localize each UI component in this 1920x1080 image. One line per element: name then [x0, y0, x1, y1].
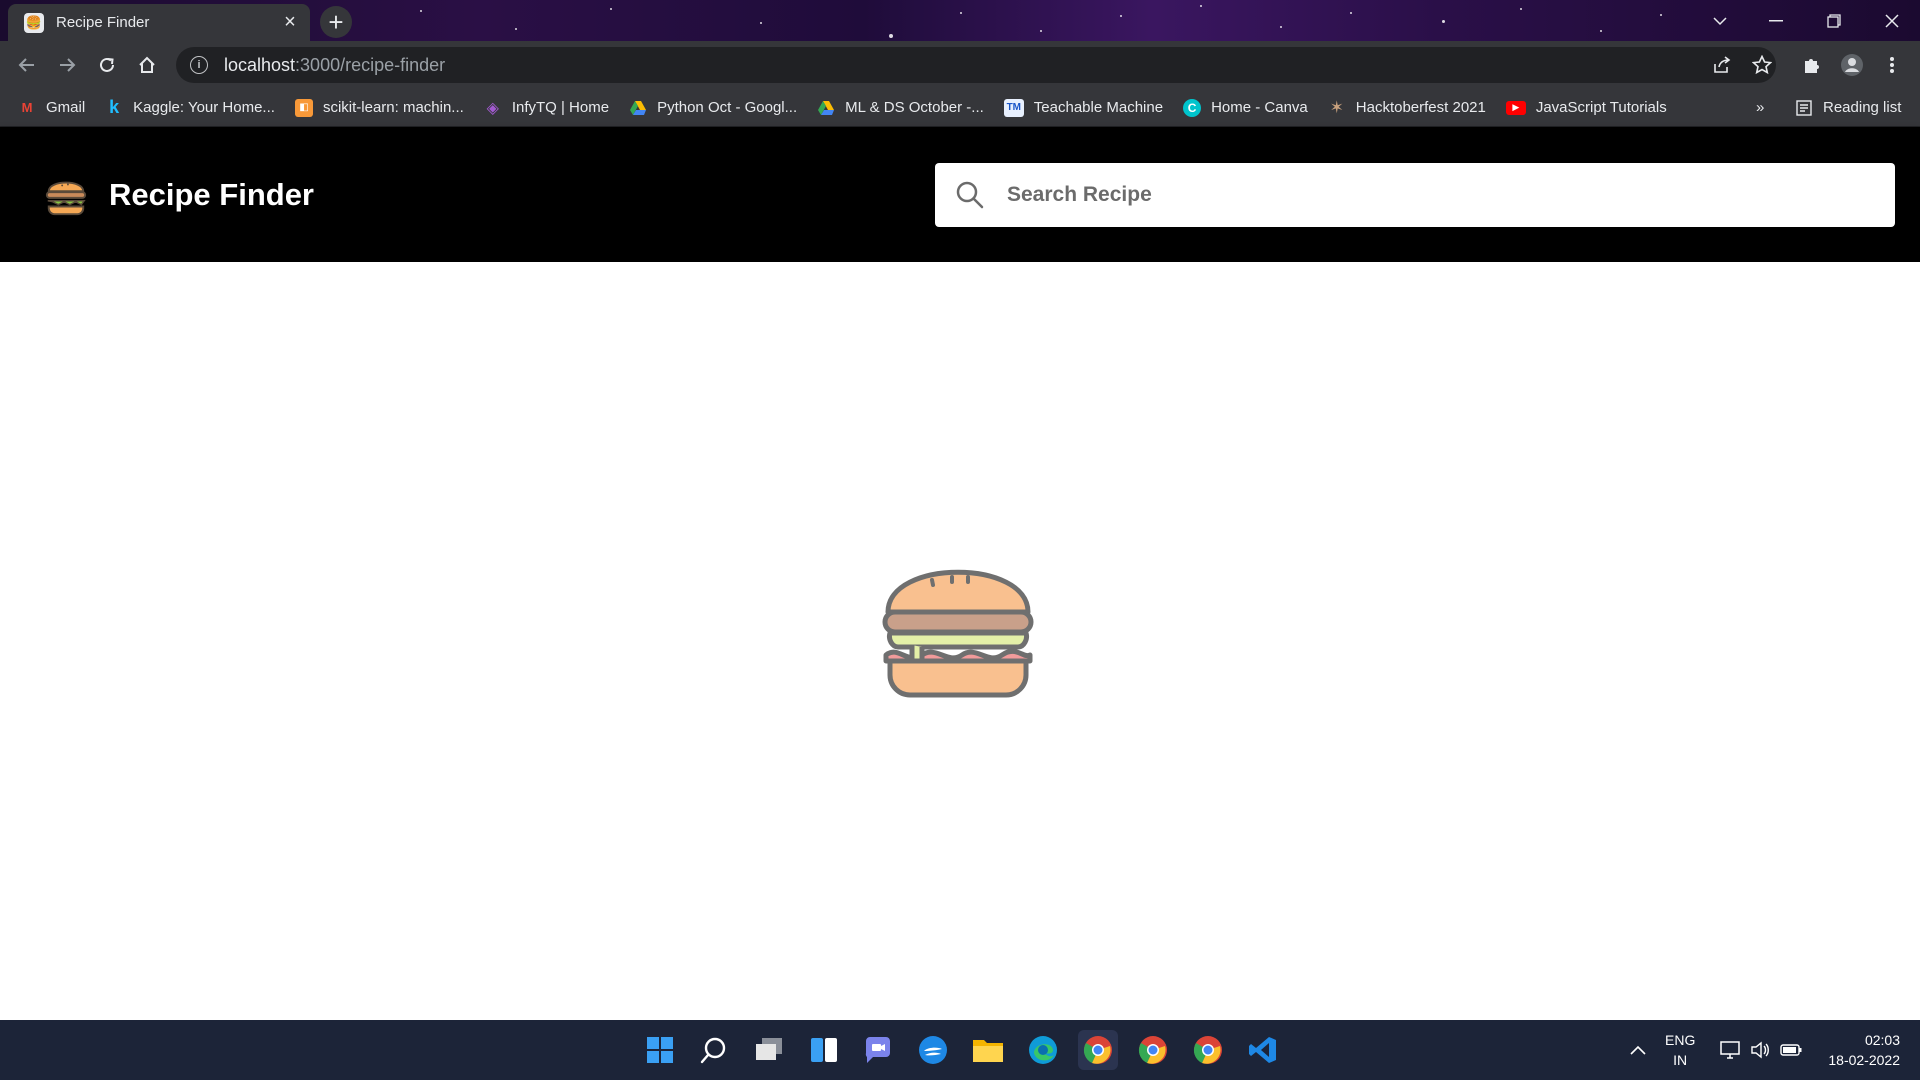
app-title: Recipe Finder	[109, 177, 314, 212]
bookmark-hacktoberfest[interactable]: ✶ Hacktoberfest 2021	[1328, 97, 1486, 117]
scikit-learn-icon: ◧	[294, 98, 313, 117]
bookmark-label: InfyTQ | Home	[511, 99, 610, 116]
bookmark-label: Gmail	[46, 99, 86, 116]
bookmark-label: ML & DS October -...	[845, 99, 984, 116]
canva-icon: C	[1183, 98, 1202, 117]
app-bird-icon[interactable]	[913, 1030, 953, 1070]
input-language-indicator[interactable]: ENG IN	[1665, 1030, 1695, 1070]
google-drive-icon	[817, 99, 835, 117]
restore-window-icon[interactable]	[1806, 0, 1862, 41]
bookmark-canva[interactable]: C Home - Canva	[1183, 98, 1308, 117]
google-drive-icon	[629, 99, 647, 117]
reading-list-icon	[1795, 99, 1813, 117]
url-path: :3000/recipe-finder	[295, 54, 446, 75]
bookmark-label: Hacktoberfest 2021	[1355, 99, 1486, 116]
bookmark-kaggle[interactable]: k Kaggle: Your Home...	[105, 97, 275, 117]
search-recipe-input[interactable]	[1005, 182, 1865, 208]
reload-icon[interactable]	[91, 49, 123, 81]
task-view-icon[interactable]	[749, 1030, 789, 1070]
battery-icon[interactable]	[1780, 1020, 1802, 1080]
language-label: ENG	[1665, 1032, 1696, 1048]
edge-browser-icon[interactable]	[1023, 1030, 1063, 1070]
main-content	[0, 262, 1920, 1020]
system-clock[interactable]: 02:03 18-02-2022	[1828, 1030, 1900, 1070]
windows-start-icon[interactable]	[640, 1030, 680, 1070]
browser-tab-strip: 🍔 Recipe Finder × +	[0, 0, 1920, 41]
bookmark-teachable-machine[interactable]: TM Teachable Machine	[1003, 98, 1164, 117]
chrome-profile-b-icon[interactable]	[1133, 1030, 1173, 1070]
burger-loading-icon	[882, 569, 1034, 698]
browser-menu-icon[interactable]	[1876, 49, 1908, 81]
volume-icon[interactable]	[1750, 1020, 1770, 1080]
file-explorer-icon[interactable]	[968, 1030, 1008, 1070]
teams-chat-icon[interactable]	[858, 1030, 898, 1070]
hacktoberfest-icon: ✶	[1329, 97, 1344, 117]
brand[interactable]: Recipe Finder	[43, 172, 314, 218]
address-bar[interactable]: i localhost:3000/recipe-finder	[176, 47, 1776, 83]
recipe-finder-favicon-icon: 🍔	[24, 12, 44, 33]
bookmark-label: Teachable Machine	[1033, 99, 1164, 116]
bookmark-ml-ds-october[interactable]: ML & DS October -...	[817, 99, 984, 117]
extensions-puzzle-icon[interactable]	[1796, 49, 1828, 81]
kaggle-icon: k	[109, 97, 120, 117]
minimize-window-icon[interactable]	[1748, 0, 1804, 41]
app-header: Recipe Finder	[0, 127, 1920, 262]
chrome-active-icon[interactable]	[1078, 1030, 1118, 1070]
network-icon[interactable]	[1720, 1020, 1740, 1080]
burger-logo-icon	[45, 181, 87, 216]
bookmark-gmail[interactable]: M Gmail	[18, 99, 86, 117]
bookmark-infytq[interactable]: ◈ InfyTQ | Home	[484, 99, 609, 117]
close-window-icon[interactable]	[1864, 0, 1920, 41]
gmail-icon: M	[21, 100, 33, 115]
bookmark-label: Python Oct - Googl...	[657, 99, 798, 116]
bookmark-label: JavaScript Tutorials	[1535, 99, 1667, 116]
region-label: IN	[1673, 1052, 1688, 1068]
bookmark-label: Home - Canva	[1211, 99, 1308, 116]
profile-avatar[interactable]	[1836, 49, 1868, 81]
forward-arrow-icon[interactable]	[51, 49, 83, 81]
search-icon	[956, 181, 984, 209]
bookmark-label: scikit-learn: machin...	[322, 99, 464, 116]
chrome-profile-c-icon[interactable]	[1188, 1030, 1228, 1070]
back-arrow-icon[interactable]	[11, 49, 43, 81]
browser-toolbar: i localhost:3000/recipe-finder	[0, 41, 1920, 89]
site-info-icon[interactable]: i	[190, 56, 208, 74]
youtube-icon: ▶	[1505, 100, 1526, 115]
share-icon[interactable]	[1706, 49, 1738, 81]
tab-close-icon[interactable]: ×	[280, 11, 300, 33]
url-host: localhost	[224, 54, 296, 75]
teachable-machine-icon: TM	[1003, 98, 1024, 117]
bookmark-python-oct[interactable]: Python Oct - Googl...	[629, 99, 797, 117]
taskbar-search-icon[interactable]	[694, 1030, 734, 1070]
bookmark-label: Kaggle: Your Home...	[133, 99, 275, 116]
browser-tab-active[interactable]: 🍔 Recipe Finder ×	[8, 4, 310, 41]
reading-list-label: Reading list	[1823, 99, 1902, 116]
bookmarks-bar: M Gmail k Kaggle: Your Home... ◧ scikit-…	[0, 89, 1920, 127]
widgets-icon[interactable]	[804, 1030, 844, 1070]
new-tab-button[interactable]: +	[320, 6, 352, 38]
tab-search-chevron-icon[interactable]	[1692, 0, 1748, 41]
clock-time: 02:03	[1864, 1032, 1900, 1048]
tab-title: Recipe Finder	[56, 14, 150, 31]
clock-date: 18-02-2022	[1828, 1052, 1900, 1068]
vscode-icon[interactable]	[1243, 1030, 1283, 1070]
reading-list-button[interactable]: Reading list	[1795, 99, 1901, 117]
bookmark-javascript-tutorials[interactable]: ▶ JavaScript Tutorials	[1505, 99, 1667, 116]
search-bar[interactable]	[935, 163, 1895, 227]
windows-taskbar: ENG IN 02:03 18-02-2022	[0, 1020, 1920, 1080]
home-icon[interactable]	[131, 49, 163, 81]
bookmarks-overflow-chevron-icon[interactable]: »	[1756, 99, 1764, 116]
bookmark-star-icon[interactable]	[1746, 49, 1778, 81]
bookmark-scikit-learn[interactable]: ◧ scikit-learn: machin...	[294, 98, 464, 117]
show-hidden-icons-chevron-icon[interactable]	[1630, 1020, 1646, 1080]
infytq-icon: ◈	[486, 99, 499, 117]
